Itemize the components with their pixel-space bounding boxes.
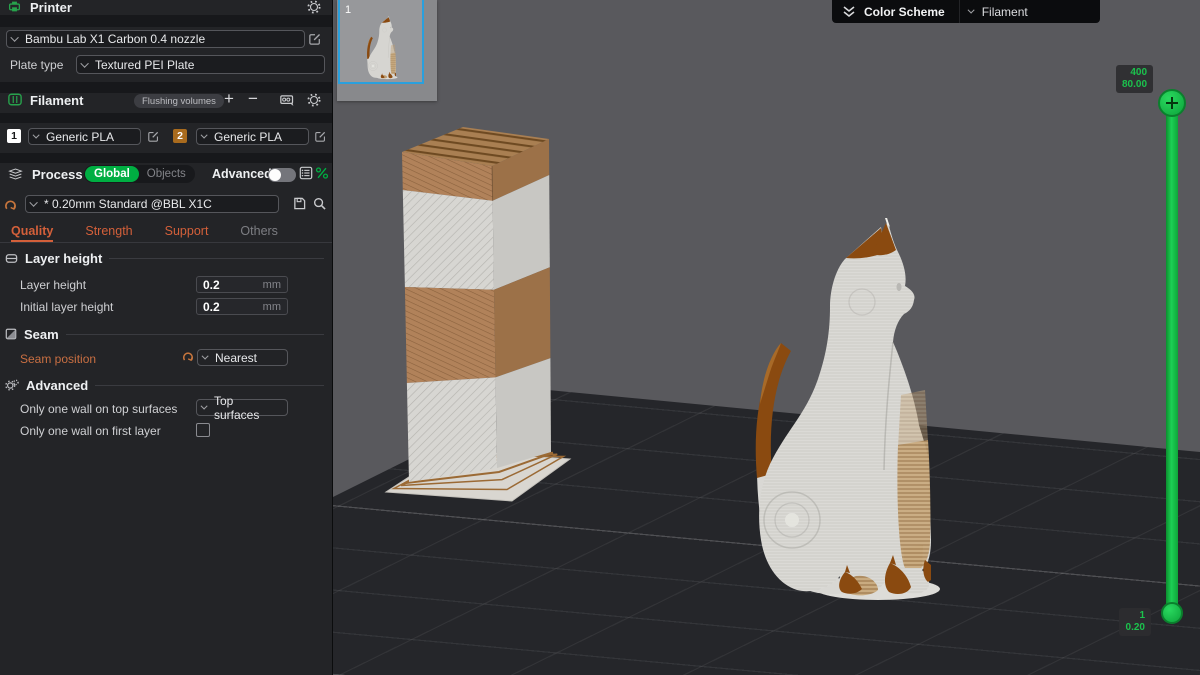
chevron-down-icon xyxy=(967,7,974,14)
filament-settings-gear-icon[interactable] xyxy=(307,93,321,107)
tab-others[interactable]: Others xyxy=(240,222,278,242)
process-preset-select[interactable]: * 0.20mm Standard @BBL X1C xyxy=(25,195,279,213)
printer-icon xyxy=(8,0,21,13)
filament-1-select[interactable]: Generic PLA xyxy=(28,128,141,145)
remove-filament-button[interactable]: − xyxy=(248,92,258,106)
filament-1-value: Generic PLA xyxy=(46,130,114,144)
seam-position-label: Seam position xyxy=(20,352,96,366)
compare-presets-icon[interactable] xyxy=(315,166,329,180)
collapse-chevrons-icon[interactable] xyxy=(842,6,856,18)
filament-1-color-badge[interactable]: 1 xyxy=(7,129,21,143)
seam-section-title: Seam xyxy=(24,327,59,342)
top-layer-height: 80.00 xyxy=(1122,79,1147,91)
color-scheme-select[interactable]: Filament xyxy=(959,0,1100,23)
process-icon xyxy=(8,167,23,181)
search-icon[interactable] xyxy=(313,197,326,210)
color-scheme-value: Filament xyxy=(982,5,1028,19)
layer-slider-top-handle[interactable] xyxy=(1158,89,1186,117)
layer-slider-bottom-handle[interactable] xyxy=(1161,602,1183,624)
advanced-section-header: Advanced xyxy=(0,377,332,393)
color-scheme-bar: Color Scheme Filament xyxy=(832,0,1100,23)
viewport-3d[interactable]: 1 Color Scheme Filament 400 80.00 1 xyxy=(333,0,1200,675)
tab-support[interactable]: Support xyxy=(165,222,209,242)
advanced-toggle[interactable] xyxy=(268,168,296,182)
layer-slider-top-badge: 400 80.00 xyxy=(1116,65,1153,93)
advanced-toggle-label: Advanced xyxy=(212,167,272,181)
plate-type-label: Plate type xyxy=(10,58,63,72)
printer-section-title: Printer xyxy=(30,0,72,15)
plate-type-value: Textured PEI Plate xyxy=(95,58,194,72)
chevron-down-icon xyxy=(202,353,209,360)
bottom-layer-number: 1 xyxy=(1125,610,1145,622)
initial-layer-height-unit: mm xyxy=(263,301,281,313)
edit-printer-icon[interactable] xyxy=(309,33,321,45)
layer-height-icon xyxy=(5,252,18,265)
process-scope-toggle[interactable]: Global Objects xyxy=(84,165,195,183)
tab-strength[interactable]: Strength xyxy=(85,222,132,242)
layer-height-unit: mm xyxy=(263,279,281,291)
layer-height-label: Layer height xyxy=(20,278,86,292)
prime-tower[interactable] xyxy=(386,127,570,501)
chevron-down-icon xyxy=(10,33,18,41)
layer-height-input[interactable]: 0.2 mm xyxy=(196,276,288,293)
plate-thumbnail-image[interactable]: 1 xyxy=(338,0,424,84)
printer-preset-value: Bambu Lab X1 Carbon 0.4 nozzle xyxy=(25,32,205,46)
chevron-down-icon xyxy=(33,132,40,139)
scene-render xyxy=(333,0,1200,675)
filament-2-color-badge[interactable]: 2 xyxy=(173,129,187,143)
printer-preset-select[interactable]: Bambu Lab X1 Carbon 0.4 nozzle xyxy=(6,30,305,48)
plate-number: 1 xyxy=(345,4,351,16)
chevron-down-icon xyxy=(29,198,37,206)
filament-section-title: Filament xyxy=(30,93,83,108)
filament-2-select[interactable]: Generic PLA xyxy=(196,128,309,145)
seam-position-value: Nearest xyxy=(215,351,257,365)
edit-filament-1-icon[interactable] xyxy=(148,131,159,142)
one-wall-top-select[interactable]: Top surfaces xyxy=(196,399,288,416)
scope-global-option[interactable]: Global xyxy=(85,166,139,182)
layer-slider-bottom-badge: 1 0.20 xyxy=(1119,608,1151,636)
add-filament-button[interactable]: + xyxy=(224,92,234,106)
filament-icon xyxy=(8,93,22,106)
layer-height-section-title: Layer height xyxy=(25,251,102,266)
one-wall-first-checkbox[interactable] xyxy=(196,423,210,437)
advanced-gears-icon xyxy=(5,379,19,392)
plate-type-select[interactable]: Textured PEI Plate xyxy=(76,55,325,74)
settings-tabs: Quality Strength Support Others xyxy=(0,222,332,243)
scope-objects-option[interactable]: Objects xyxy=(139,168,194,180)
reset-all-icon[interactable] xyxy=(4,199,17,212)
color-scheme-label: Color Scheme xyxy=(864,5,945,19)
one-wall-top-label: Only one wall on top surfaces xyxy=(20,402,177,416)
chevron-down-icon xyxy=(201,132,208,139)
seam-section-header: Seam xyxy=(0,326,332,342)
advanced-section-title: Advanced xyxy=(26,378,88,393)
seam-position-select[interactable]: Nearest xyxy=(197,349,288,366)
layer-slider-track[interactable] xyxy=(1166,100,1178,616)
sidebar-panel: Printer Bambu Lab X1 Carbon 0.4 nozzle P… xyxy=(0,0,333,675)
plate-thumbnail-card[interactable]: 1 xyxy=(337,0,437,101)
process-preset-value: * 0.20mm Standard @BBL X1C xyxy=(44,197,212,211)
ams-sync-icon[interactable] xyxy=(280,94,295,107)
bottom-layer-height: 0.20 xyxy=(1125,622,1145,634)
top-layer-number: 400 xyxy=(1122,67,1147,79)
chevron-down-icon xyxy=(80,59,88,67)
process-section-title: Process xyxy=(32,167,83,182)
layer-height-section-header: Layer height xyxy=(0,250,332,266)
chevron-down-icon xyxy=(201,403,208,410)
save-preset-icon[interactable] xyxy=(293,197,306,210)
flushing-volumes-button[interactable]: Flushing volumes xyxy=(134,94,224,108)
one-wall-top-value: Top surfaces xyxy=(214,394,281,422)
bambu-studio-app: 1 Color Scheme Filament 400 80.00 1 xyxy=(0,0,1200,675)
filament-2-value: Generic PLA xyxy=(214,130,282,144)
tab-quality[interactable]: Quality xyxy=(11,222,53,242)
one-wall-first-label: Only one wall on first layer xyxy=(20,424,161,438)
plate-thumbnail-cat xyxy=(364,14,402,80)
seam-icon xyxy=(5,328,17,340)
initial-layer-height-label: Initial layer height xyxy=(20,300,113,314)
initial-layer-height-input[interactable]: 0.2 mm xyxy=(196,298,288,315)
reset-seam-position-icon[interactable] xyxy=(182,351,194,363)
parameter-list-icon[interactable] xyxy=(299,166,313,180)
edit-filament-2-icon[interactable] xyxy=(315,131,326,142)
printer-settings-gear-icon[interactable] xyxy=(307,0,321,14)
